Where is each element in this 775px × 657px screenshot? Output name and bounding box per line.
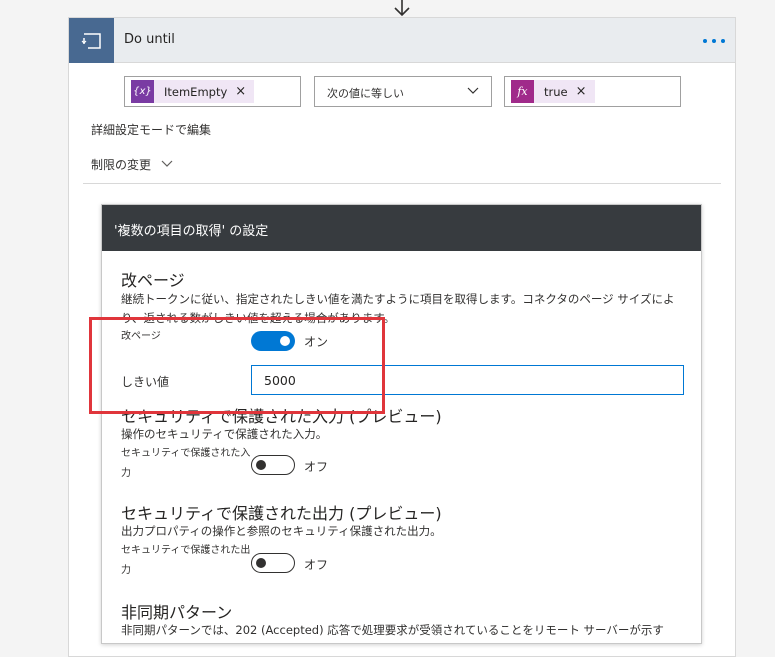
expression-icon: fx (511, 80, 534, 103)
secure-inputs-toggle-state: オフ (304, 460, 329, 474)
pagination-toggle[interactable] (251, 331, 295, 351)
condition-left-input[interactable]: {x} ItemEmpty × (124, 76, 301, 107)
threshold-input[interactable]: 5000 (251, 365, 684, 395)
variable-token-label: ItemEmpty (164, 84, 228, 99)
variable-icon: {x} (131, 80, 154, 103)
pagination-title: 改ページ (121, 271, 185, 290)
more-options-icon[interactable] (701, 28, 729, 52)
expression-token[interactable]: fx true × (511, 80, 595, 103)
loop-icon (69, 18, 114, 63)
variable-token[interactable]: {x} ItemEmpty × (131, 80, 255, 103)
async-pattern-description: 非同期パターンでは、202 (Accepted) 応答で処理要求が受領されている… (121, 623, 664, 637)
threshold-label: しきい値 (121, 375, 170, 389)
secure-inputs-title: セキュリティで保護された入力 (プレビュー) (121, 407, 442, 426)
advanced-mode-link[interactable]: 詳細設定モードで編集 (91, 121, 211, 138)
secure-outputs-label-line1: セキュリティで保護された出 (121, 545, 251, 556)
remove-token-icon[interactable]: × (576, 84, 587, 99)
settings-header: '複数の項目の取得' の設定 (102, 205, 701, 251)
pagination-toggle-state: オン (304, 335, 329, 349)
divider (83, 183, 721, 184)
secure-inputs-toggle[interactable] (251, 455, 295, 475)
secure-outputs-title: セキュリティで保護された出力 (プレビュー) (121, 504, 442, 523)
secure-outputs-toggle-state: オフ (304, 558, 329, 572)
async-pattern-title: 非同期パターン (121, 603, 233, 622)
pagination-toggle-label: 改ページ (121, 331, 161, 342)
card-title: Do until (124, 32, 175, 47)
operator-dropdown[interactable]: 次の値に等しい (314, 76, 492, 107)
condition-right-input[interactable]: fx true × (504, 76, 681, 107)
secure-inputs-toggle-label: セキュリティで保護された入 力 (121, 444, 250, 484)
secure-outputs-toggle[interactable] (251, 553, 295, 573)
chevron-down-icon (161, 160, 173, 167)
change-limits-label: 制限の変更 (91, 158, 152, 172)
flow-arrow-icon (394, 0, 410, 17)
pagination-description: 継続トークンに従い、指定されたしきい値を満たすように項目を取得します。コネクタの… (121, 292, 675, 325)
secure-outputs-label-line2: 力 (121, 565, 131, 576)
secure-inputs-label-line1: セキュリティで保護された入 (121, 448, 251, 459)
operator-value: 次の値に等しい (327, 87, 404, 100)
change-limits-link[interactable]: 制限の変更 (91, 156, 173, 173)
settings-panel: '複数の項目の取得' の設定 改ページ 継続トークンに従い、指定されたしきい値を… (101, 204, 702, 644)
chevron-down-icon (467, 87, 479, 94)
expression-token-label: true (544, 84, 568, 99)
secure-outputs-description: 出力プロパティの操作と参照のセキュリティ保護された出力。 (121, 524, 442, 538)
card-header[interactable]: Do until (69, 18, 735, 63)
remove-token-icon[interactable]: × (235, 84, 246, 99)
secure-inputs-description: 操作のセキュリティで保護された入力。 (121, 427, 328, 441)
secure-inputs-label-line2: 力 (121, 468, 131, 479)
secure-outputs-toggle-label: セキュリティで保護された出 力 (121, 541, 250, 581)
